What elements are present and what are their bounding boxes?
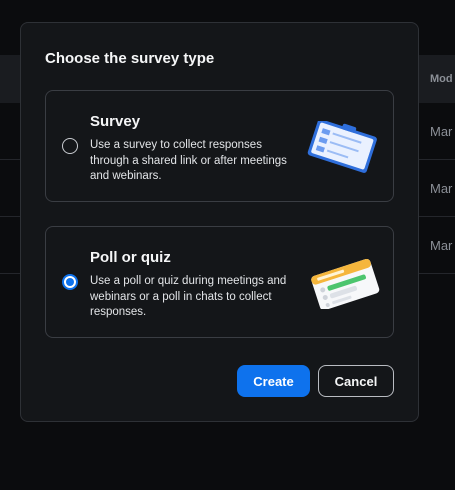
poll-quiz-option-title: Poll or quiz: [90, 249, 171, 266]
poll-quiz-option-card[interactable]: Poll or quiz Use a poll or quiz during m…: [45, 226, 394, 338]
survey-radio[interactable]: [62, 138, 78, 154]
row-date: Mar: [430, 238, 453, 253]
clipboard-illustration-icon: [301, 119, 383, 178]
survey-option-description: Use a survey to collect responses throug…: [90, 139, 287, 182]
create-button[interactable]: Create: [237, 365, 310, 397]
survey-option-title: Survey: [90, 113, 141, 130]
poll-quiz-radio[interactable]: [62, 274, 78, 290]
cancel-button[interactable]: Cancel: [318, 365, 394, 397]
poll-card-illustration-icon: [304, 258, 384, 314]
row-date: Mar: [430, 181, 453, 196]
column-header-modified: Mod: [430, 73, 453, 85]
row-date: Mar: [430, 124, 453, 139]
dialog-title: Choose the survey type: [45, 50, 215, 67]
survey-option-card[interactable]: Survey Use a survey to collect responses…: [45, 90, 394, 202]
poll-quiz-option-description: Use a poll or quiz during meetings and w…: [90, 275, 287, 318]
survey-type-dialog: Choose the survey type Survey Use a surv…: [20, 22, 419, 422]
